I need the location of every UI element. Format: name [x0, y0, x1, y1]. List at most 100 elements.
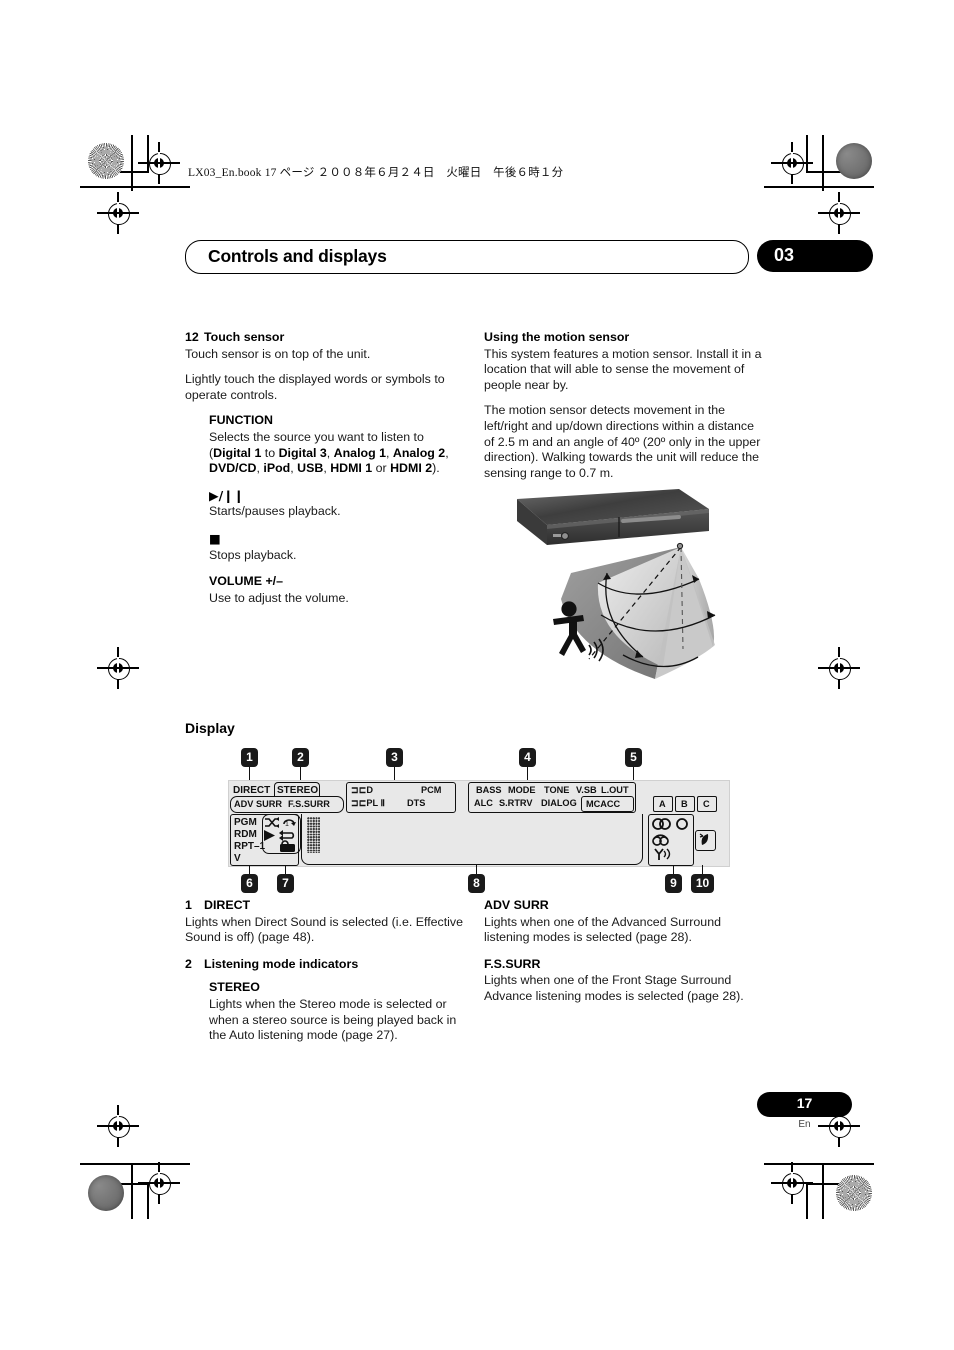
callout-9: 9 [665, 874, 682, 893]
function-or: or [372, 461, 391, 476]
play-pause-icon: ▶/❙❙ [209, 487, 245, 503]
item-12-number: 12 [185, 330, 199, 344]
left-column: 12 Touch sensor Touch sensor is on top of… [185, 330, 465, 617]
indicator-dialog: DIALOG [541, 798, 577, 808]
crop-line [764, 186, 874, 188]
crop-line [80, 186, 190, 188]
video-icon [280, 840, 295, 852]
play-icon [264, 830, 275, 841]
source-analog-2: Analog 2 [392, 445, 446, 460]
callout-2: 2 [292, 748, 309, 767]
description-2-number: 2 [185, 956, 192, 971]
registration-mark [771, 1162, 813, 1204]
description-2-heading: 2 Listening mode indicators [185, 957, 465, 973]
play-pause-block: ▶/❙❙ Starts/pauses playback. [209, 488, 465, 520]
comma: , [445, 445, 449, 460]
indicator-fs-surr: F.S.SURR [288, 799, 330, 809]
repeat-one-icon: 1 [283, 819, 296, 828]
source-usb: USB [297, 461, 324, 476]
source-hdmi-1: HDMI 1 [330, 461, 373, 476]
item-12-paragraph-2: Lightly touch the displayed words or sym… [185, 372, 445, 402]
function-line-1: Selects the source you want to listen to [209, 429, 424, 444]
function-close-paren: ). [432, 461, 440, 476]
source-digital-1: Digital 1 [213, 445, 262, 460]
indicator-lout: L.OUT [601, 785, 629, 795]
callout-6: 6 [241, 874, 258, 893]
indicator-mcacc: MCACC [586, 799, 621, 809]
volume-description: Use to adjust the volume. [209, 590, 349, 605]
registration-mark [138, 142, 180, 184]
callout-4: 4 [519, 748, 536, 767]
indicator-dolby-pro-logic-2: ⊐⊏PL Ⅱ [351, 798, 386, 808]
callout-8: 8 [468, 874, 485, 893]
indicator-stereo: STEREO [277, 785, 319, 796]
display-diagram: 1 2 3 4 5 DIRECT STEREO ADV SURR F.S.SUR… [228, 748, 730, 893]
registration-mark [97, 192, 139, 234]
halftone-patch [836, 143, 872, 179]
description-adv-surr-term: ADV SURR [484, 898, 549, 912]
indicator-direct: DIRECT [233, 785, 271, 796]
descriptions-left-column: 1 DIRECT Lights when Direct Sound is sele… [185, 898, 465, 1044]
indicator-rpt-1: RPT–1 [234, 841, 266, 852]
character-display-box [301, 814, 643, 865]
description-stereo: STEREO Lights when the Stereo mode is se… [209, 980, 465, 1043]
chapter-title-bar: Controls and displays [185, 240, 749, 274]
crop-line [822, 1163, 824, 1219]
registration-mark [818, 192, 860, 234]
stop-icon: ■ [209, 530, 221, 546]
item-12-paragraph-1: Touch sensor is on top of the unit. [185, 346, 371, 361]
description-stereo-body: Lights when the Stereo mode is selected … [209, 996, 457, 1043]
page-title: Controls and displays [208, 246, 387, 266]
indicator-pgm: PGM [234, 817, 257, 828]
description-fs-surr-term: F.S.SURR [484, 956, 541, 971]
function-to: to [261, 445, 279, 460]
volume-block: VOLUME +/– Use to adjust the volume. [209, 574, 465, 606]
registration-mark [138, 1162, 180, 1204]
indicator-alc: ALC [474, 798, 493, 808]
description-1-number: 1 [185, 898, 192, 912]
source-digital-3: Digital 3 [278, 445, 327, 460]
page-number-badge: 17 [757, 1092, 852, 1117]
display-section-heading: Display [185, 720, 235, 736]
callout-7: 7 [277, 874, 294, 893]
description-direct: 1 DIRECT Lights when Direct Sound is sele… [185, 898, 465, 946]
registration-mark [97, 647, 139, 689]
descriptions-right-column: ADV SURR Lights when one of the Advanced… [484, 898, 764, 1005]
registration-mark [97, 1105, 139, 1147]
indicator-dts: DTS [407, 798, 426, 808]
description-fs-surr: F.S.SURR Lights when one of the Front St… [484, 957, 764, 1005]
chapter-number-badge: 03 [757, 240, 873, 272]
play-pause-description: Starts/pauses playback. [209, 504, 341, 519]
registration-mark [818, 647, 860, 689]
description-adv-surr-body: Lights when one of the Advanced Surround… [484, 914, 721, 945]
lcd-panel: DIRECT STEREO ADV SURR F.S.SURR ⊐⊏D PCM … [228, 780, 730, 867]
svg-text:1: 1 [285, 821, 289, 828]
comma: , [326, 445, 334, 460]
crop-line [764, 1163, 874, 1165]
description-adv-surr: ADV SURR Lights when one of the Advanced… [484, 898, 764, 946]
source-ipod: iPod [263, 461, 291, 476]
halftone-patch [88, 1175, 124, 1211]
halftone-patch [88, 143, 124, 179]
description-1-body: Lights when Direct Sound is selected (i.… [185, 914, 464, 945]
indicator-mode: MODE [508, 785, 536, 795]
chapter-number: 03 [774, 245, 795, 265]
indicator-preset-a: A [659, 799, 666, 809]
motion-sensor-paragraph-2: The motion sensor detects movement in th… [484, 403, 761, 480]
item-12-title: Touch sensor [204, 330, 285, 344]
phones-icon [652, 834, 669, 846]
description-stereo-term: STEREO [209, 980, 260, 995]
source-hdmi-2: HDMI 2 [390, 461, 433, 476]
moon-icon [699, 833, 709, 845]
callout-1: 1 [241, 748, 258, 767]
page-number: 17 [796, 1095, 813, 1111]
callout-10: 10 [691, 874, 714, 893]
indicator-dolby-digital: ⊐⊏D [351, 785, 374, 795]
registration-mark [771, 142, 813, 184]
comma: , [385, 445, 393, 460]
function-description: Selects the source you want to listen to… [209, 430, 465, 477]
description-1-heading: 1 DIRECT [185, 898, 465, 914]
indicator-v: V [234, 853, 241, 864]
mono-circle-icon [676, 818, 688, 830]
indicator-vsb: V.SB [576, 785, 597, 795]
